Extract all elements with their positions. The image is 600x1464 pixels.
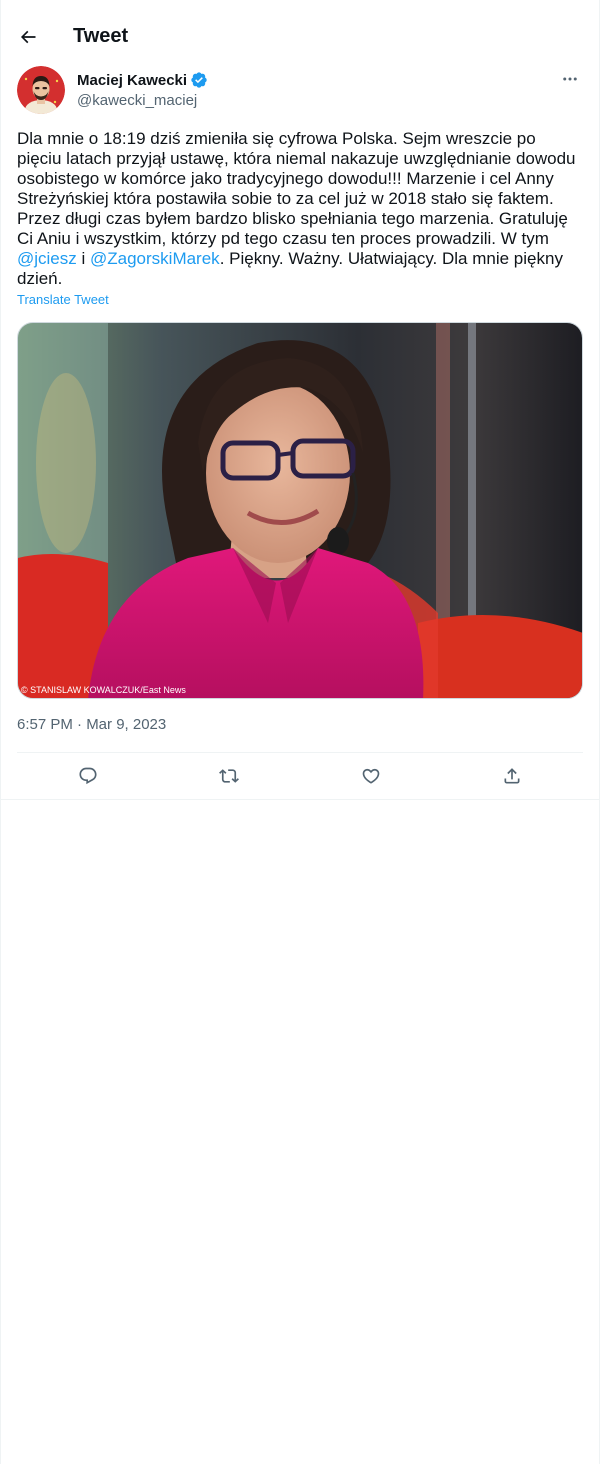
photo-woman-in-pink <box>18 323 582 698</box>
like-button[interactable] <box>351 756 391 796</box>
tweet-text-part2: i <box>76 249 90 268</box>
header: Tweet <box>1 0 599 73</box>
mention-jciesz[interactable]: @jciesz <box>17 249 77 268</box>
reply-icon <box>79 767 97 785</box>
retweet-button[interactable] <box>209 756 249 796</box>
share-icon <box>504 768 520 784</box>
share-button[interactable] <box>492 756 532 796</box>
divider-bottom <box>1 799 599 800</box>
mention-zagorskimarek[interactable]: @ZagorskiMarek <box>90 249 220 268</box>
tweet-text: Dla mnie o 18:19 dziś zmieniła się cyfro… <box>1 129 599 289</box>
back-button[interactable] <box>17 26 39 48</box>
image-credit: © STANISLAW KOWALCZUK/East News <box>21 685 186 695</box>
author-name[interactable]: Maciej Kawecki <box>77 72 187 89</box>
more-horizontal-icon <box>563 77 577 81</box>
tweet-timestamp[interactable]: 6:57 PM · Mar 9, 2023 <box>1 716 599 736</box>
avatar[interactable] <box>17 66 65 114</box>
page-title: Tweet <box>73 25 129 47</box>
tweet-text-part1: Dla mnie o 18:19 dziś zmieniła się cyfro… <box>17 129 576 248</box>
like-icon <box>362 768 380 784</box>
tweet-image[interactable]: © STANISLAW KOWALCZUK/East News <box>17 322 583 699</box>
author-handle[interactable]: @kawecki_maciej <box>77 92 560 109</box>
tweet-actions <box>1 753 599 799</box>
author-names: Maciej Kawecki @kawecki_maciej <box>77 71 560 109</box>
tweet-page: Tweet Maciej Kawecki @kawecki_maciej Dla… <box>0 0 600 1464</box>
retweet-icon <box>219 769 240 783</box>
author-row: Maciej Kawecki @kawecki_maciej <box>1 65 599 115</box>
verified-badge-icon <box>191 72 207 88</box>
translate-tweet-link[interactable]: Translate Tweet <box>1 292 125 307</box>
reply-button[interactable] <box>68 756 108 796</box>
arrow-left-icon <box>20 30 36 43</box>
more-options-button[interactable] <box>560 69 580 89</box>
